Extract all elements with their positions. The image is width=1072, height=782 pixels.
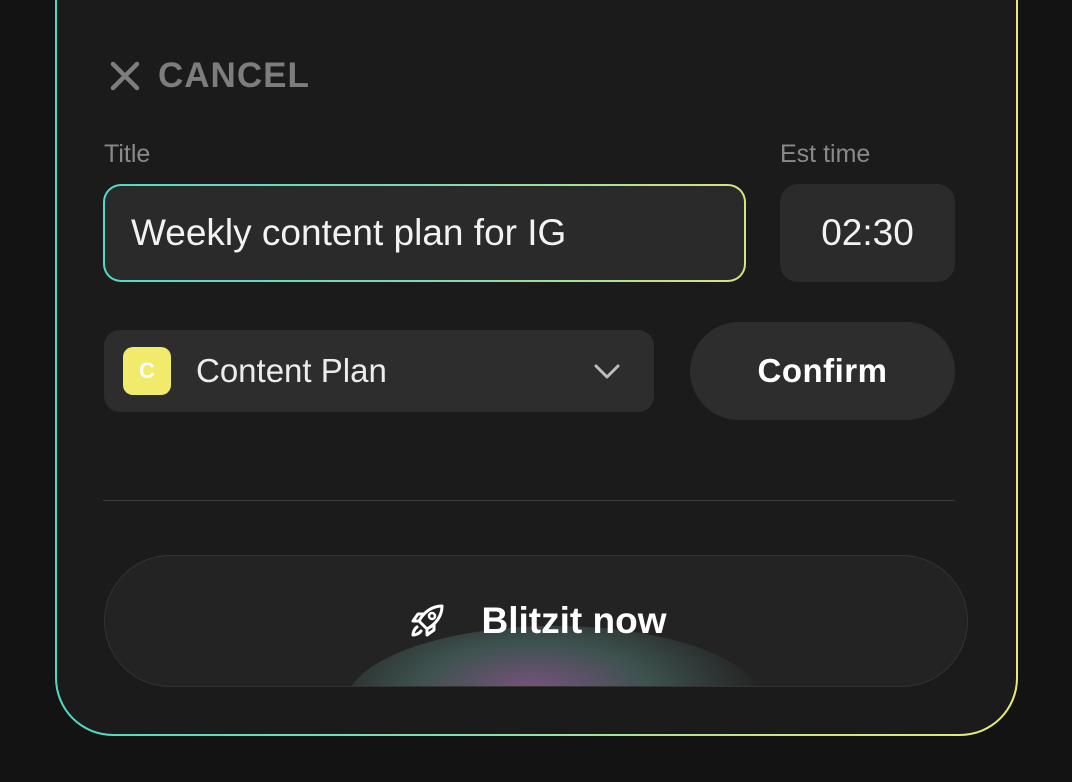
- divider: [103, 500, 955, 501]
- confirm-button[interactable]: Confirm: [690, 322, 955, 420]
- category-select[interactable]: C Content Plan: [104, 330, 654, 412]
- title-label: Title: [104, 140, 151, 168]
- title-input[interactable]: [105, 186, 744, 280]
- category-label: Content Plan: [196, 352, 387, 389]
- category-badge: C: [123, 347, 171, 395]
- close-icon: [110, 61, 140, 91]
- est-time-label: Est time: [780, 140, 871, 168]
- cancel-label: CANCEL: [158, 56, 310, 95]
- blitzit-now-button[interactable]: Blitzit now: [104, 555, 968, 687]
- rocket-icon: [411, 604, 444, 637]
- title-field-frame: [103, 184, 746, 282]
- chevron-down-icon: [594, 364, 620, 379]
- screen: CANCEL Title Est time 02:30 C Content Pl…: [0, 0, 1072, 782]
- blitzit-now-label: Blitzit now: [481, 600, 667, 641]
- cancel-button[interactable]: CANCEL: [108, 56, 310, 96]
- est-time-field[interactable]: 02:30: [780, 184, 955, 282]
